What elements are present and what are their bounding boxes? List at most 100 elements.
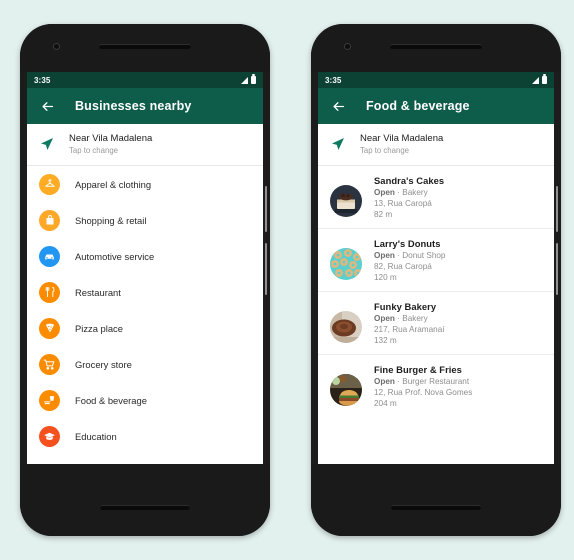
meta-separator: ·	[397, 314, 400, 323]
navigation-arrow-icon	[39, 136, 69, 152]
business-meta: Open · Bakery	[374, 314, 445, 323]
business-address: 82, Rua Caropá	[374, 262, 432, 271]
scroll-indicator[interactable]	[556, 186, 558, 232]
status-bar-time: 3:35	[34, 75, 51, 85]
business-meta: Open · Donut Shop	[374, 251, 445, 260]
shopping-cart-icon	[39, 353, 60, 375]
category-label: Shopping & retail	[75, 214, 147, 226]
business-row[interactable]: Funky Bakery Open · Bakery 217, Rua Aram…	[318, 291, 554, 354]
business-distance: 204 m	[374, 399, 397, 408]
battery-icon	[542, 74, 547, 84]
business-category: Bakery	[402, 314, 428, 323]
business-category: Bakery	[402, 188, 428, 197]
status-bar-icons	[241, 74, 256, 84]
location-text: Near Vila Madalena Tap to change	[69, 133, 152, 155]
category-row-grocery[interactable]: Grocery store	[27, 346, 263, 382]
navigation-arrow-icon	[330, 136, 360, 152]
front-camera-icon	[53, 43, 60, 50]
category-list: Apparel & clothing Shopping & retail Aut…	[27, 166, 263, 454]
back-arrow-icon[interactable]	[326, 94, 350, 118]
business-list: Sandra's Cakes Open · Bakery 13, Rua Car…	[318, 166, 554, 417]
category-label: Pizza place	[75, 322, 123, 334]
business-category: Donut Shop	[402, 251, 446, 260]
page-title: Businesses nearby	[75, 99, 192, 113]
category-label: Apparel & clothing	[75, 178, 152, 190]
location-subtitle: Tap to change	[360, 146, 409, 155]
phone-bezel-bottom	[311, 464, 561, 536]
category-row-education[interactable]: Education	[27, 418, 263, 454]
business-name: Funky Bakery	[374, 301, 437, 312]
phone-device-right: 3:35 Food & beverage Near Vila Madalena …	[311, 24, 561, 536]
business-category: Burger Restaurant	[402, 377, 470, 386]
scroll-indicator[interactable]	[265, 186, 267, 232]
earpiece-speaker	[390, 44, 482, 49]
business-name: Larry's Donuts	[374, 238, 441, 249]
status-bar-icons	[532, 74, 547, 84]
location-subtitle: Tap to change	[69, 146, 118, 155]
category-row-apparel[interactable]: Apparel & clothing	[27, 166, 263, 202]
category-label: Grocery store	[75, 358, 132, 370]
business-distance: 82 m	[374, 210, 393, 219]
category-row-automotive[interactable]: Automotive service	[27, 238, 263, 274]
back-arrow-icon[interactable]	[35, 94, 59, 118]
category-label: Restaurant	[75, 286, 121, 298]
business-info: Funky Bakery Open · Bakery 217, Rua Aram…	[374, 301, 445, 345]
business-name: Fine Burger & Fries	[374, 364, 462, 375]
location-row[interactable]: Near Vila Madalena Tap to change	[318, 124, 554, 166]
shopping-bag-icon	[39, 209, 60, 231]
business-status: Open	[374, 377, 395, 386]
business-thumbnail-donuts	[330, 248, 362, 280]
bottom-speaker	[100, 505, 190, 510]
business-row[interactable]: Larry's Donuts Open · Donut Shop 82, Rua…	[318, 228, 554, 291]
status-bar-time: 3:35	[325, 75, 342, 85]
graduation-cap-icon	[39, 425, 60, 447]
meta-separator: ·	[397, 251, 400, 260]
business-address: 217, Rua Aramanaí	[374, 325, 445, 334]
phone-device-left: 3:35 Businesses nearby Near Vila Madalen…	[20, 24, 270, 536]
category-row-food-beverage[interactable]: Food & beverage	[27, 382, 263, 418]
status-bar: 3:35	[27, 72, 263, 88]
category-row-restaurant[interactable]: Restaurant	[27, 274, 263, 310]
business-distance: 132 m	[374, 336, 397, 345]
page-title: Food & beverage	[366, 99, 470, 113]
battery-icon	[251, 74, 256, 84]
business-status: Open	[374, 188, 395, 197]
phone-bezel-top	[20, 24, 270, 72]
app-bar: Food & beverage	[318, 88, 554, 124]
business-meta: Open · Bakery	[374, 188, 444, 197]
category-row-shopping[interactable]: Shopping & retail	[27, 202, 263, 238]
business-name: Sandra's Cakes	[374, 175, 445, 186]
business-row[interactable]: Fine Burger & Fries Open · Burger Restau…	[318, 354, 554, 417]
signal-icon	[532, 76, 539, 84]
location-title: Near Vila Madalena	[360, 133, 444, 144]
meta-separator: ·	[397, 377, 400, 386]
hanger-icon	[39, 173, 60, 195]
business-info: Fine Burger & Fries Open · Burger Restau…	[374, 364, 472, 408]
location-row[interactable]: Near Vila Madalena Tap to change	[27, 124, 263, 166]
meta-separator: ·	[397, 188, 400, 197]
category-label: Automotive service	[75, 250, 155, 262]
location-title: Near Vila Madalena	[69, 133, 153, 144]
business-info: Larry's Donuts Open · Donut Shop 82, Rua…	[374, 238, 445, 282]
business-row[interactable]: Sandra's Cakes Open · Bakery 13, Rua Car…	[318, 166, 554, 228]
scroll-indicator[interactable]	[265, 243, 267, 295]
business-thumbnail-cake	[330, 185, 362, 217]
business-distance: 120 m	[374, 273, 397, 282]
screenshot-stage: 3:35 Businesses nearby Near Vila Madalen…	[0, 0, 574, 560]
business-thumbnail-burger	[330, 374, 362, 406]
scroll-indicator[interactable]	[556, 243, 558, 295]
category-label: Education	[75, 430, 117, 442]
phone-bezel-bottom	[20, 464, 270, 536]
app-bar: Businesses nearby	[27, 88, 263, 124]
phone-screen-left: 3:35 Businesses nearby Near Vila Madalen…	[27, 72, 263, 464]
business-address: 12, Rua Prof. Nova Gomes	[374, 388, 473, 397]
car-icon	[39, 245, 60, 267]
phone-screen-right: 3:35 Food & beverage Near Vila Madalena …	[318, 72, 554, 464]
status-bar: 3:35	[318, 72, 554, 88]
cutlery-icon	[39, 281, 60, 303]
business-meta: Open · Burger Restaurant	[374, 377, 472, 386]
category-row-pizza[interactable]: Pizza place	[27, 310, 263, 346]
business-address: 13, Rua Caropá	[374, 199, 432, 208]
bottom-speaker	[391, 505, 481, 510]
business-status: Open	[374, 251, 395, 260]
